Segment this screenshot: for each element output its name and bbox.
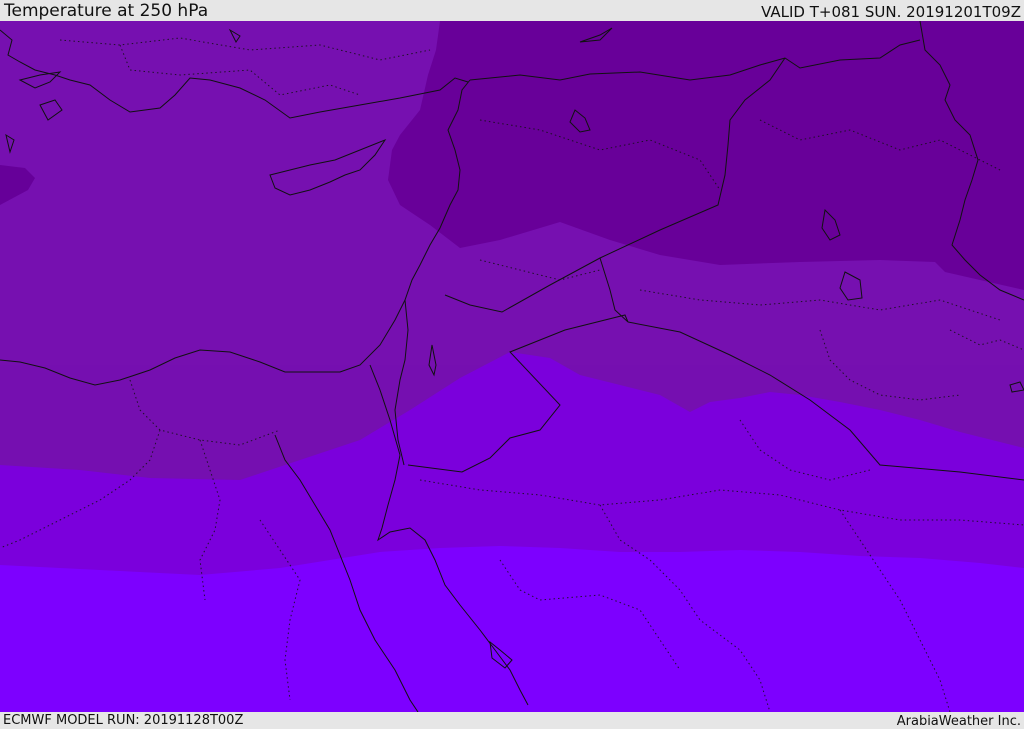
model-run-label: ECMWF MODEL RUN: 20191128T00Z <box>3 713 244 728</box>
valid-time-label: VALID T+081 SUN. 20191201T09Z <box>761 3 1021 21</box>
header-bar: Temperature at 250 hPa VALID T+081 SUN. … <box>0 0 1024 21</box>
map-title: Temperature at 250 hPa <box>4 1 209 21</box>
credit-label: ArabiaWeather Inc. <box>896 714 1021 729</box>
temperature-map[interactable] <box>0 21 1024 712</box>
footer-bar: ECMWF MODEL RUN: 20191128T00Z ArabiaWeat… <box>0 712 1024 729</box>
